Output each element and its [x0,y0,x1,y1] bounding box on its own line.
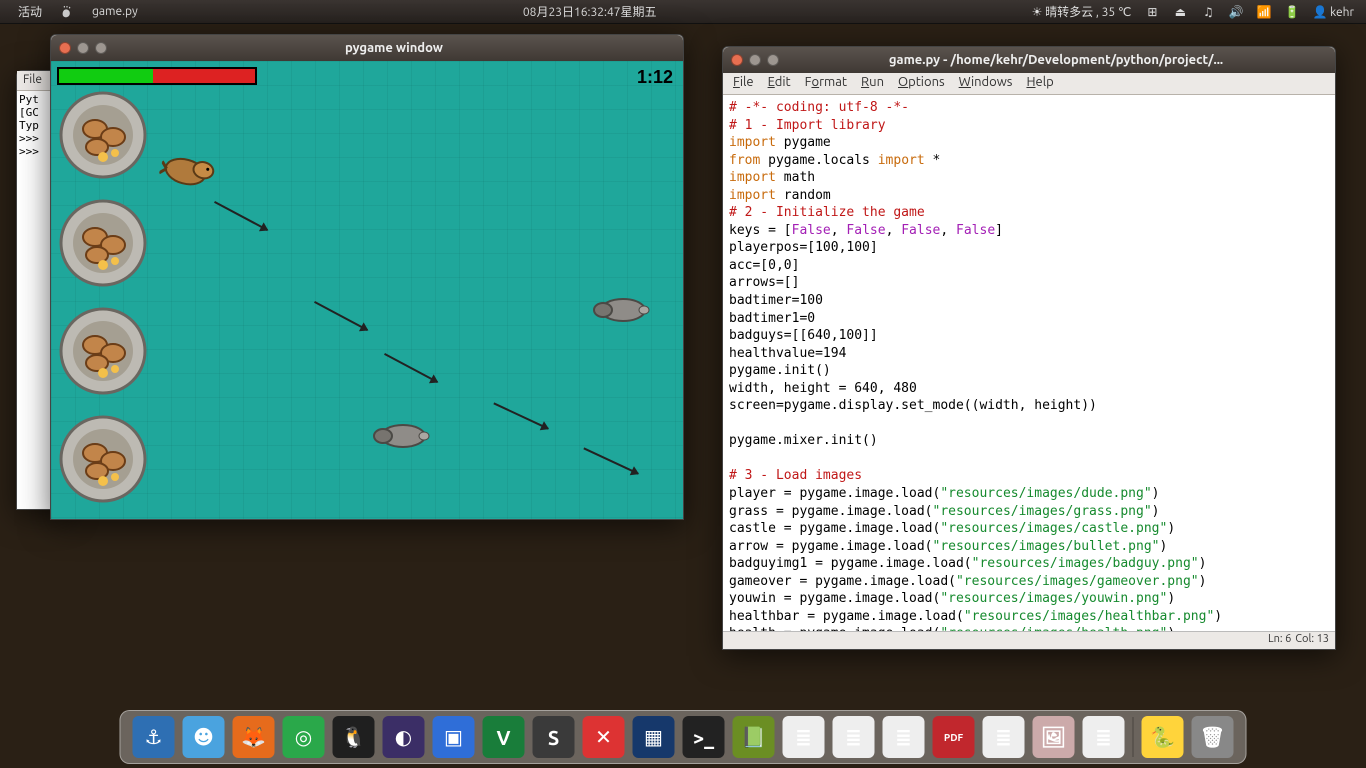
menu-file[interactable]: File [733,75,754,92]
activities-button[interactable]: 活动 [8,0,52,24]
code-editor[interactable]: # -*- coding: utf-8 -*- # 1 - Import lib… [723,95,1335,631]
menu-format[interactable]: Format [805,75,847,92]
close-icon[interactable] [731,54,743,66]
status-col: Col: 13 [1295,633,1329,648]
badguy-sprite [591,293,651,327]
battery-icon[interactable]: 🔋 [1285,5,1299,19]
dock-item-doc1[interactable]: ≣ [783,716,825,758]
dock-item-eclipse[interactable]: ◐ [383,716,425,758]
weather-icon: ☀ [1032,6,1043,19]
dock-separator [1133,717,1134,757]
dock-item-virtualbox[interactable]: ▦ [633,716,675,758]
editor-window[interactable]: game.py - /home/kehr/Development/python/… [722,46,1336,650]
dock-item-vim[interactable]: V [483,716,525,758]
badguy-sprite [371,419,431,453]
dock-item-trash[interactable]: 🗑 [1192,716,1234,758]
dock-item-chrome[interactable]: ◎ [283,716,325,758]
music-icon[interactable]: ♫ [1201,5,1215,19]
weather-indicator[interactable]: ☀ 晴转多云 , 35 ℃ [1032,3,1132,20]
editor-title: game.py - /home/kehr/Development/python/… [785,53,1327,67]
status-line: Ln: 6 [1268,633,1291,648]
user-menu[interactable]: 👤 kehr [1313,5,1354,19]
arrow-sprite [382,350,440,387]
volume-icon[interactable]: 🔊 [1229,5,1243,19]
wifi-icon[interactable]: 📶 [1257,5,1271,19]
castle-sprite [57,305,149,397]
game-surface[interactable]: 1:12 [51,61,683,519]
top-panel: 活动 game.py 08月23日16:32:47星期五 ☀ 晴转多云 , 35… [0,0,1366,24]
editor-statusbar: Ln: 6 Col: 13 [723,631,1335,649]
pygame-titlebar[interactable]: pygame window [51,35,683,61]
dock-item-doc4[interactable]: ≣ [983,716,1025,758]
user-icon: 👤 [1313,5,1327,19]
game-timer: 1:12 [637,67,673,88]
dock-item-books[interactable]: 📗 [733,716,775,758]
editor-titlebar[interactable]: game.py - /home/kehr/Development/python/… [723,47,1335,73]
arrow-sprite [492,399,551,433]
menu-edit[interactable]: Edit [768,75,791,92]
arrow-sprite [582,444,641,478]
menu-help[interactable]: Help [1026,75,1053,92]
dock-item-cube[interactable]: ▣ [433,716,475,758]
minimize-icon[interactable] [77,42,89,54]
dock: ⚓☻🦊◎🐧◐▣VS✕▦>_📗≣≣≣PDF≣🖼≣🐍🗑 [120,710,1247,764]
apps-grid-icon[interactable]: ⊞ [1145,5,1159,19]
health-bar [57,67,257,85]
dock-item-anchor[interactable]: ⚓ [133,716,175,758]
minimize-icon[interactable] [749,54,761,66]
dock-item-xmind[interactable]: ✕ [583,716,625,758]
castle-sprite [57,89,149,181]
castle-sprite [57,197,149,289]
pygame-title: pygame window [113,41,675,55]
editor-menubar: File Edit Format Run Options Windows Hel… [723,73,1335,95]
dock-item-qq[interactable]: 🐧 [333,716,375,758]
app-name[interactable]: game.py [82,0,148,24]
dock-item-finder[interactable]: ☻ [183,716,225,758]
castle-sprite [57,413,149,505]
dock-item-doc5[interactable]: ≣ [1083,716,1125,758]
close-icon[interactable] [59,42,71,54]
gnome-foot-icon [60,5,74,19]
clock[interactable]: 08月23日16:32:47星期五 [148,3,1032,20]
player-sprite [156,138,227,202]
menu-windows[interactable]: Windows [959,75,1013,92]
arrow-sprite [212,198,270,235]
maximize-icon[interactable] [95,42,107,54]
dock-item-sublime[interactable]: S [533,716,575,758]
menu-run[interactable]: Run [861,75,884,92]
eject-icon[interactable]: ⏏ [1173,5,1187,19]
dock-item-doc2[interactable]: ≣ [833,716,875,758]
dock-item-terminal[interactable]: >_ [683,716,725,758]
dock-item-doc3[interactable]: ≣ [883,716,925,758]
dock-item-python[interactable]: 🐍 [1142,716,1184,758]
maximize-icon[interactable] [767,54,779,66]
arrow-sprite [312,298,370,335]
dock-item-firefox[interactable]: 🦊 [233,716,275,758]
menu-options[interactable]: Options [898,75,945,92]
dock-item-pdf[interactable]: PDF [933,716,975,758]
dock-item-photo[interactable]: 🖼 [1033,716,1075,758]
pygame-window[interactable]: pygame window 1:12 [50,34,684,520]
